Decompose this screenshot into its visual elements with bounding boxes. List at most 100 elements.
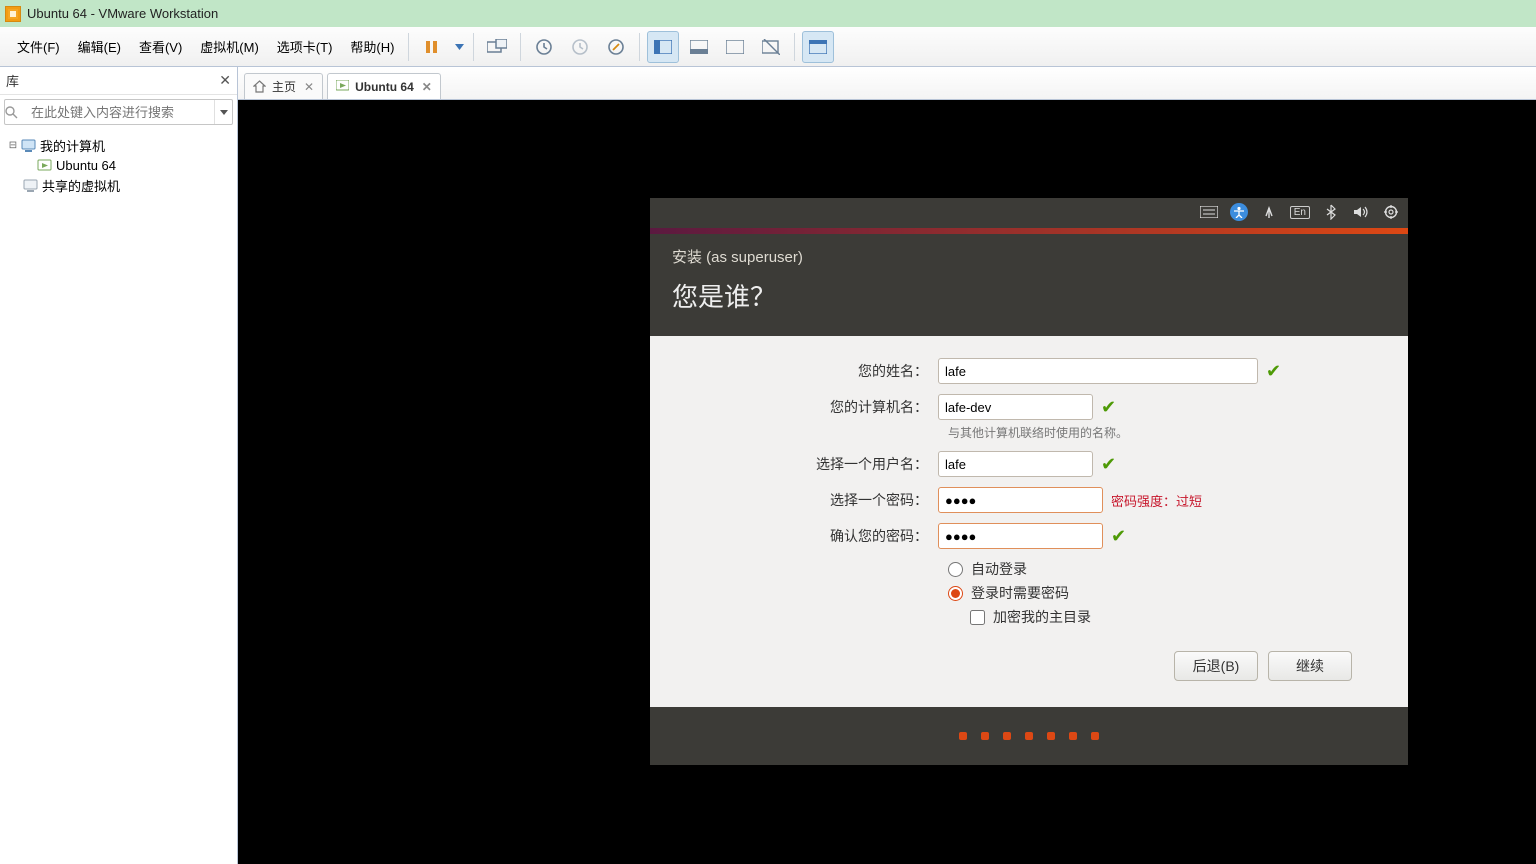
- back-button[interactable]: 后退(B): [1174, 651, 1258, 681]
- label-password: 选择一个密码：: [678, 490, 938, 510]
- separator: [408, 33, 409, 61]
- menu-file[interactable]: 文件(F): [8, 33, 69, 60]
- tabbar: 主页 ✕ Ubuntu 64 ✕: [238, 67, 1536, 100]
- input-host[interactable]: [938, 394, 1093, 420]
- progress-dot: [1069, 732, 1077, 740]
- power-icon[interactable]: [1382, 203, 1400, 221]
- search-icon: [5, 106, 27, 119]
- pause-button[interactable]: [416, 31, 448, 63]
- titlebar: Ubuntu 64 - VMware Workstation: [0, 0, 1536, 27]
- label-encrypt-home: 加密我的主目录: [993, 607, 1091, 627]
- tree-collapse-icon[interactable]: ⊟: [6, 140, 20, 151]
- menu-vm[interactable]: 虚拟机(M): [191, 33, 268, 60]
- manage-snapshot-button[interactable]: [600, 31, 632, 63]
- tree-shared-label: 共享的虚拟机: [42, 176, 120, 195]
- tab-ubuntu[interactable]: Ubuntu 64 ✕: [327, 73, 441, 99]
- vmware-app-icon: [5, 6, 21, 22]
- progress-dot: [981, 732, 989, 740]
- vm-icon: [36, 157, 52, 173]
- library-tree: ⊟ 我的计算机 Ubuntu 64 共享的虚拟机: [0, 129, 237, 201]
- content-area: 主页 ✕ Ubuntu 64 ✕ En: [238, 67, 1536, 864]
- sidebar-title: 库: [6, 71, 19, 90]
- send-ctrl-alt-del-button[interactable]: [481, 31, 513, 63]
- label-require-password: 登录时需要密码: [971, 583, 1069, 603]
- view-console-button[interactable]: [647, 31, 679, 63]
- checkbox-encrypt-home[interactable]: [970, 610, 985, 625]
- fullscreen-button[interactable]: [719, 31, 751, 63]
- revert-snapshot-button[interactable]: [564, 31, 596, 63]
- snapshot-button[interactable]: [528, 31, 560, 63]
- radio-require-password[interactable]: [948, 586, 963, 601]
- vm-icon: [336, 80, 350, 94]
- menu-items: 文件(F) 编辑(E) 查看(V) 虚拟机(M) 选项卡(T) 帮助(H): [0, 33, 403, 60]
- sidebar-close-icon[interactable]: ✕: [219, 72, 231, 89]
- progress-dot: [1003, 732, 1011, 740]
- vm-console[interactable]: En 安装 (as superuser) 您是谁？ 您的姓名： ✔: [238, 100, 1536, 864]
- window-title: Ubuntu 64 - VMware Workstation: [27, 6, 218, 21]
- tree-my-computer[interactable]: ⊟ 我的计算机: [4, 135, 233, 155]
- input-confirm-password[interactable]: [938, 523, 1103, 549]
- installer-button-row: 后退(B) 继续: [678, 631, 1380, 681]
- installer-body: 您的姓名： ✔ 您的计算机名： ✔ 与其他计算机联络时使用的名称。 选择一个用户…: [650, 336, 1408, 707]
- label-confirm-password: 确认您的密码：: [678, 526, 938, 546]
- password-strength: 密码强度：过短: [1111, 491, 1202, 510]
- menu-tabs[interactable]: 选项卡(T): [268, 33, 342, 60]
- home-icon: [253, 80, 267, 94]
- progress-dot: [1047, 732, 1055, 740]
- keyboard-icon[interactable]: [1200, 203, 1218, 221]
- sound-icon[interactable]: [1352, 203, 1370, 221]
- label-auto-login: 自动登录: [971, 559, 1027, 579]
- tree-vm-label: Ubuntu 64: [56, 158, 116, 173]
- input-password[interactable]: [938, 487, 1103, 513]
- library-search[interactable]: [4, 99, 233, 125]
- stretch-guest-button[interactable]: [802, 31, 834, 63]
- label-name: 您的姓名：: [678, 361, 938, 381]
- installer-title: 您是谁？: [650, 275, 1408, 336]
- search-dropdown-icon[interactable]: [214, 100, 232, 124]
- unity-button[interactable]: [755, 31, 787, 63]
- tab-ubuntu-close-icon[interactable]: ✕: [422, 80, 432, 94]
- separator: [794, 33, 795, 61]
- label-host: 您的计算机名：: [678, 397, 938, 417]
- tree-vm-ubuntu[interactable]: Ubuntu 64: [4, 155, 233, 175]
- computer-icon: [20, 137, 36, 153]
- check-icon: ✔: [1101, 397, 1116, 418]
- installer-progress-dots: [650, 707, 1408, 765]
- continue-button[interactable]: 继续: [1268, 651, 1352, 681]
- separator: [473, 33, 474, 61]
- separator: [520, 33, 521, 61]
- accessibility-icon[interactable]: [1230, 203, 1248, 221]
- sidebar-header: 库 ✕: [0, 67, 237, 95]
- ubuntu-indicator-area: En: [1200, 203, 1400, 221]
- check-icon: ✔: [1266, 361, 1281, 382]
- power-dropdown[interactable]: [452, 31, 466, 63]
- check-icon: ✔: [1101, 454, 1116, 475]
- menu-edit[interactable]: 编辑(E): [69, 33, 130, 60]
- tree-root-label: 我的计算机: [40, 136, 105, 155]
- library-search-input[interactable]: [27, 103, 214, 122]
- tab-home[interactable]: 主页 ✕: [244, 73, 323, 99]
- check-icon: ✔: [1111, 526, 1126, 547]
- bluetooth-icon[interactable]: [1322, 203, 1340, 221]
- network-icon[interactable]: [1260, 203, 1278, 221]
- radio-auto-login[interactable]: [948, 562, 963, 577]
- input-name[interactable]: [938, 358, 1258, 384]
- shared-vm-icon: [22, 177, 38, 193]
- ubuntu-topbar: En: [650, 198, 1408, 228]
- host-hint: 与其他计算机联络时使用的名称。: [948, 424, 1380, 441]
- tree-shared-vms[interactable]: 共享的虚拟机: [4, 175, 233, 195]
- menu-help[interactable]: 帮助(H): [341, 33, 403, 60]
- progress-dot: [959, 732, 967, 740]
- tab-home-label: 主页: [272, 78, 296, 95]
- label-user: 选择一个用户名：: [678, 454, 938, 474]
- tab-home-close-icon[interactable]: ✕: [304, 80, 314, 94]
- menubar: 文件(F) 编辑(E) 查看(V) 虚拟机(M) 选项卡(T) 帮助(H): [0, 27, 1536, 67]
- library-sidebar: 库 ✕ ⊟ 我的计算机 Ubuntu: [0, 67, 238, 864]
- progress-dot: [1025, 732, 1033, 740]
- view-thumbnail-button[interactable]: [683, 31, 715, 63]
- menu-view[interactable]: 查看(V): [130, 33, 191, 60]
- separator: [639, 33, 640, 61]
- progress-dot: [1091, 732, 1099, 740]
- input-user[interactable]: [938, 451, 1093, 477]
- language-indicator[interactable]: En: [1290, 206, 1310, 219]
